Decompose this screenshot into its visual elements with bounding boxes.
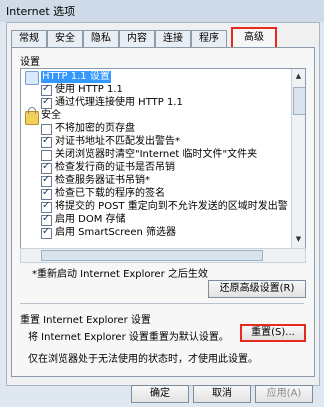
checkbox[interactable]	[41, 83, 52, 96]
tab-advanced[interactable]: 高级	[231, 27, 277, 49]
list-item[interactable]: 检查服务器证书吊销*	[21, 174, 291, 188]
list-item[interactable]: 将提交的 POST 重定向到不允许发送的区域时发出警	[21, 200, 291, 214]
list-item[interactable]: 通过代理连接使用 HTTP 1.1	[21, 96, 291, 110]
scroll-thumb[interactable]	[293, 87, 305, 115]
restore-advanced-button[interactable]: 还原高级设置(R)	[208, 280, 306, 298]
ok-button[interactable]: 确定	[131, 385, 189, 403]
checkbox[interactable]	[41, 226, 52, 239]
list-item[interactable]: 对证书地址不匹配发出警告*	[21, 135, 291, 149]
tab-programs[interactable]: 程序	[191, 30, 227, 47]
list-item[interactable]: HTTP 1.1 设置	[21, 71, 291, 85]
checkbox[interactable]	[41, 161, 52, 174]
window-title: Internet 选项	[6, 5, 76, 18]
checkbox[interactable]	[41, 174, 52, 187]
reset-description: 将 Internet Explorer 设置重置为默认设置。	[28, 332, 229, 343]
list-item[interactable]: 启用 DOM 存储	[21, 213, 291, 227]
vertical-scrollbar[interactable]: ▲ ▼	[291, 69, 305, 249]
cancel-button[interactable]: 取消	[193, 385, 251, 403]
reset-note: 仅在浏览器处于无法使用的状态时，才使用此设置。	[28, 354, 258, 365]
checkbox[interactable]	[41, 150, 52, 161]
list-item[interactable]: 安全	[21, 107, 291, 125]
tab-general[interactable]: 常规	[11, 30, 47, 47]
reset-section-title: 重置 Internet Explorer 设置	[20, 315, 151, 326]
checkbox[interactable]	[41, 200, 52, 213]
horizontal-scrollbar[interactable]	[20, 248, 306, 263]
http-icon	[25, 71, 39, 85]
restart-note: *重新启动 Internet Explorer 之后生效	[32, 269, 208, 280]
apply-button[interactable]: 应用(A)	[255, 385, 313, 403]
internet-options-window: Internet 选项 常规 安全 隐私 内容 连接 程序 高级 设置 HTTP…	[0, 0, 324, 403]
scroll-up-icon[interactable]: ▲	[293, 71, 304, 82]
reset-button[interactable]: 重置(S)...	[240, 324, 306, 342]
list-item[interactable]: 不将加密的页存盘	[21, 123, 291, 136]
checkbox[interactable]	[41, 135, 52, 148]
list-item[interactable]: 检查发行商的证书是否吊销	[21, 161, 291, 175]
tab-connections[interactable]: 连接	[155, 30, 191, 47]
dialog-client-area: 常规 安全 隐私 内容 连接 程序 高级 设置 HTTP 1.1 设置 使用 H…	[6, 22, 320, 403]
divider	[20, 303, 304, 304]
checkbox[interactable]	[41, 213, 52, 226]
title-bar: Internet 选项	[0, 0, 324, 22]
settings-list[interactable]: HTTP 1.1 设置 使用 HTTP 1.1 通过代理连接使用 HTTP 1.…	[20, 68, 306, 250]
list-item[interactable]: 使用 HTTP 1.1	[21, 83, 291, 97]
dialog-buttons: 确定 取消 应用(A)	[7, 379, 319, 407]
tab-security[interactable]: 安全	[47, 30, 83, 47]
list-item[interactable]: 检查已下载的程序的签名	[21, 187, 291, 201]
advanced-panel: 设置 HTTP 1.1 设置 使用 HTTP 1.1 通过代理连接使用 HTTP…	[11, 47, 315, 377]
checkbox[interactable]	[41, 187, 52, 200]
tab-content[interactable]: 内容	[119, 30, 155, 47]
scroll-down-icon[interactable]: ▼	[293, 234, 304, 245]
settings-label: 设置	[20, 57, 40, 68]
list-item[interactable]: 启用 SmartScreen 筛选器	[21, 226, 291, 240]
checkbox[interactable]	[41, 96, 52, 109]
tab-privacy[interactable]: 隐私	[83, 30, 119, 47]
list-item[interactable]: 关闭浏览器时清空"Internet 临时文件"文件夹	[21, 149, 291, 162]
horizontal-scroll-thumb[interactable]	[41, 250, 263, 261]
checkbox[interactable]	[41, 124, 52, 135]
tab-strip: 常规 安全 隐私 内容 连接 程序 高级	[11, 27, 311, 49]
